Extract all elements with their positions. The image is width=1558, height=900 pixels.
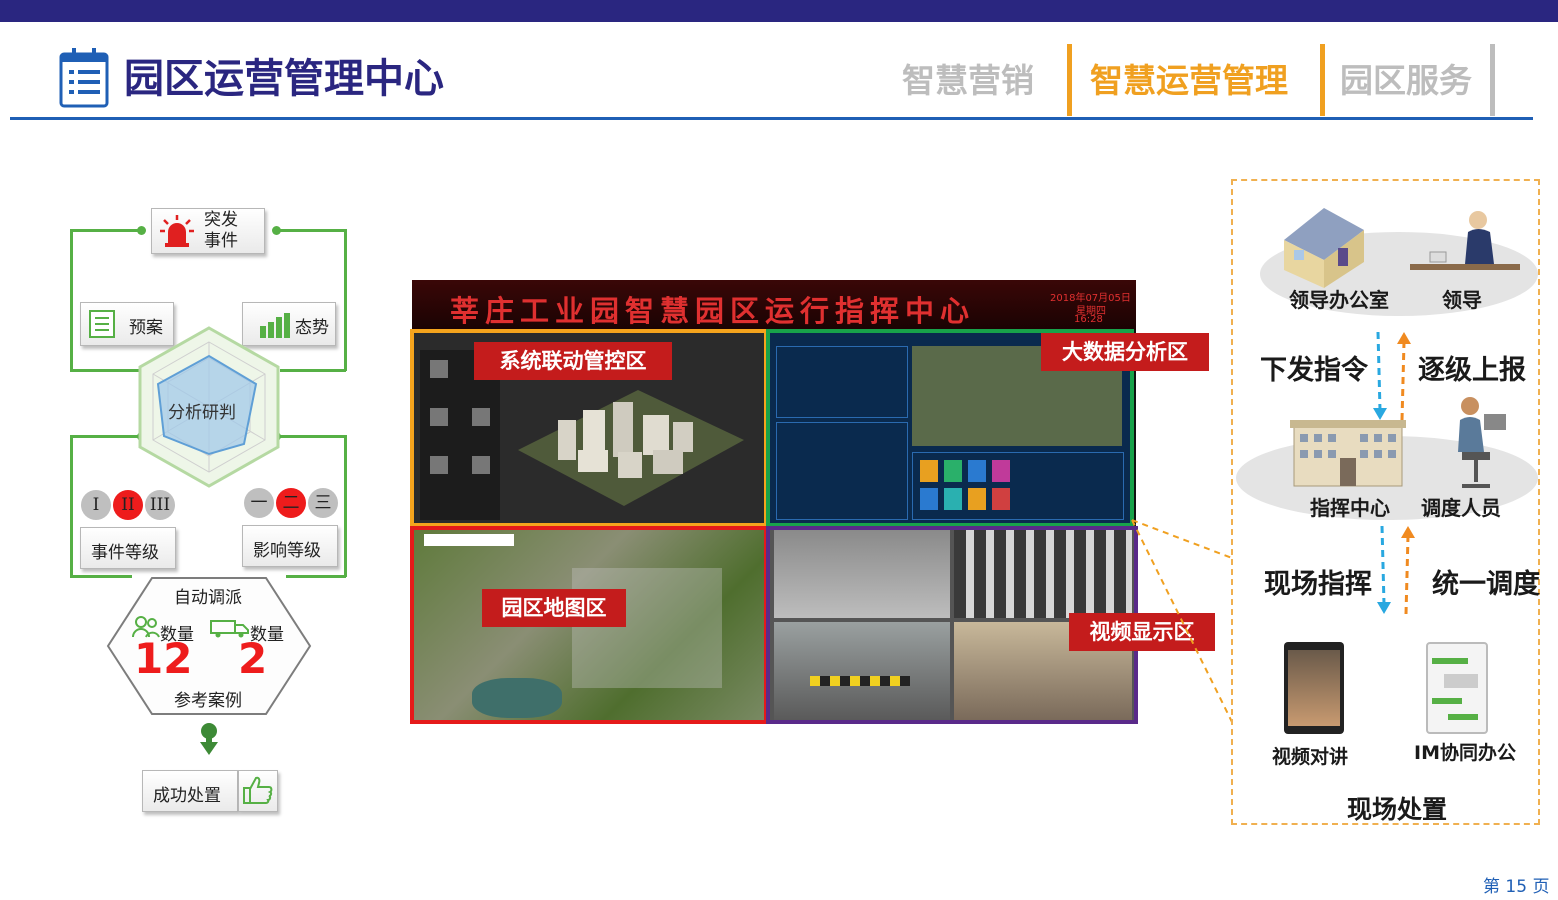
- flow-connector: [70, 229, 142, 232]
- nav-tab-services[interactable]: 园区服务: [1340, 58, 1472, 104]
- event-level-2: II: [113, 490, 143, 520]
- office-house-icon: [1274, 200, 1394, 294]
- command-building-icon: [1290, 418, 1406, 492]
- flow-connector: [70, 229, 73, 371]
- dispatch-hexagon: 自动调派 数量 数量 12 2 参考案例: [106, 576, 312, 716]
- map-zone-label: 园区地图区: [482, 589, 626, 627]
- onsite-handling-label: 现场处置: [1347, 795, 1448, 824]
- flow-connector: [70, 435, 142, 438]
- dispatcher-label: 调度人员: [1421, 496, 1501, 520]
- event-level-3: III: [145, 490, 175, 520]
- document-icon: [87, 309, 119, 344]
- video-call-phone-icon: [1284, 642, 1344, 734]
- trend-label: 态势: [295, 318, 329, 338]
- bigdata-zone-label: 大数据分析区: [1041, 333, 1209, 371]
- emergency-event-box: 突发 事件: [151, 208, 265, 254]
- nav-tab-operations[interactable]: 智慧运营管理: [1090, 58, 1288, 104]
- emergency-event-label: 突发 事件: [204, 210, 238, 251]
- auto-dispatch-label: 自动调派: [174, 588, 242, 608]
- linkage-zone-label: 系统联动管控区: [474, 342, 672, 380]
- thumbs-up-icon: [242, 775, 274, 810]
- flow-connector: [344, 435, 347, 577]
- unified-dispatch-label: 统一调度: [1432, 569, 1540, 600]
- nav-tab-marketing[interactable]: 智慧营销: [902, 58, 1034, 104]
- screen-banner-title: 莘庄工业园智慧园区运行指挥中心: [450, 294, 976, 328]
- leader-person-icon: [1410, 206, 1520, 280]
- impact-level-1: 一: [244, 488, 274, 518]
- flow-connector: [70, 369, 142, 372]
- analysis-label: 分析研判: [168, 403, 236, 423]
- impact-level-3: 三: [308, 488, 338, 518]
- header-underline: [10, 117, 1533, 120]
- top-bar: [0, 0, 1558, 22]
- issue-report-arrows: [1373, 331, 1411, 421]
- im-label: IM协同办公: [1414, 742, 1516, 764]
- checklist-icon: [58, 46, 110, 108]
- down-arrow-icon: [198, 722, 220, 760]
- dispatcher-person-icon: [1448, 392, 1518, 496]
- report-label: 逐级上报: [1418, 355, 1526, 386]
- callout-connector: [1131, 519, 1233, 723]
- im-phone-icon: [1426, 642, 1488, 734]
- page-title: 园区运营管理中心: [124, 56, 444, 102]
- impact-grade-box: 影响等级: [242, 525, 338, 567]
- issue-command-label: 下发指令: [1260, 355, 1368, 386]
- event-level-1: I: [81, 490, 111, 520]
- thumbs-up-box: [238, 770, 278, 812]
- flow-connector: [276, 229, 346, 232]
- impact-level-2: 二: [276, 488, 306, 518]
- reference-case-label: 参考案例: [174, 691, 242, 711]
- success-box: 成功处置: [142, 770, 238, 812]
- flow-connector: [280, 369, 346, 372]
- people-count-value: 12: [134, 634, 193, 683]
- onsite-command-label: 现场指挥: [1264, 569, 1372, 600]
- event-grade-label: 事件等级: [91, 543, 159, 563]
- flow-connector: [70, 435, 73, 577]
- flow-connector: [276, 435, 346, 438]
- success-label: 成功处置: [153, 786, 221, 806]
- video-call-label: 视频对讲: [1272, 746, 1349, 768]
- command-center-label: 指挥中心: [1310, 496, 1390, 520]
- flow-dot: [137, 226, 146, 235]
- event-grade-box: 事件等级: [80, 527, 176, 569]
- onsite-arrows: [1377, 525, 1415, 615]
- leader-label: 领导: [1442, 288, 1482, 312]
- alarm-icon: [160, 214, 194, 253]
- impact-grade-label: 影响等级: [253, 541, 321, 561]
- screen-time: 16:28: [1074, 314, 1103, 325]
- screen-banner: 莘庄工业园智慧园区运行指挥中心 2018年07月05日 星期四 16:28: [412, 280, 1136, 330]
- nav-divider: [1067, 44, 1072, 116]
- nav-divider: [1320, 44, 1325, 116]
- flow-connector: [344, 229, 347, 371]
- leader-office-label: 领导办公室: [1289, 288, 1389, 312]
- page-number: 第 15 页: [1483, 877, 1550, 897]
- analysis-radar-hexagon: 分析研判: [138, 326, 280, 488]
- nav-divider: [1490, 44, 1495, 116]
- flow-dot: [272, 226, 281, 235]
- vehicle-count-value: 2: [238, 634, 268, 683]
